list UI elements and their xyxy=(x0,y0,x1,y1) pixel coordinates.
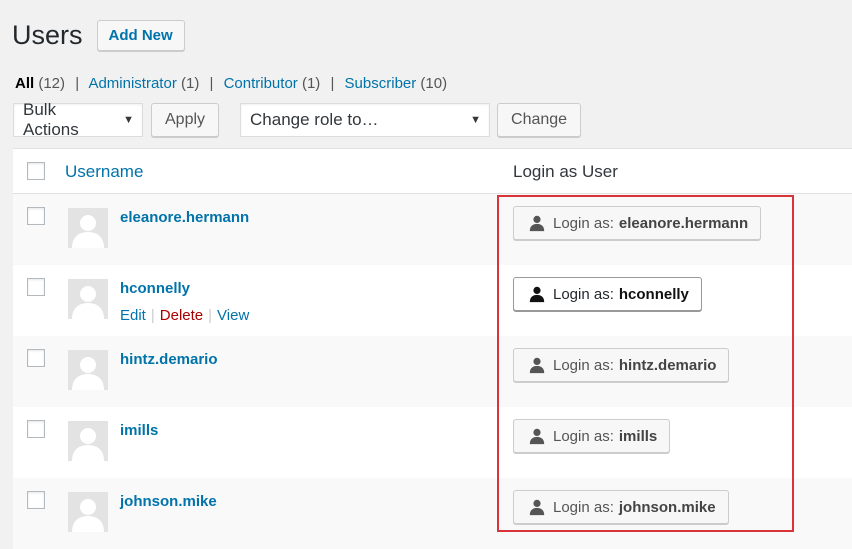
change-role-value: Change role to… xyxy=(250,110,379,129)
login-as-prefix: Login as: xyxy=(553,427,614,445)
login-as-username: hconnelly xyxy=(618,285,689,303)
row-checkbox[interactable] xyxy=(27,491,45,509)
column-login-as-user: Login as User xyxy=(513,162,618,181)
delete-link[interactable]: Delete xyxy=(160,307,203,324)
username-link[interactable]: hconnelly xyxy=(120,280,190,297)
login-as-username: hintz.demario xyxy=(618,356,717,374)
row-action-separator: | xyxy=(208,307,213,324)
table-row: hintz.demario Login as: hintz.demario xyxy=(13,336,852,407)
add-new-button[interactable]: Add New xyxy=(96,19,185,51)
filter-contributor[interactable]: Contributor xyxy=(224,75,298,92)
users-table: Username Login as User eleanore.hermann … xyxy=(13,148,852,549)
filter-administrator[interactable]: Administrator xyxy=(88,75,176,92)
row-checkbox[interactable] xyxy=(27,420,45,438)
column-username[interactable]: Username xyxy=(65,162,143,182)
user-icon xyxy=(529,357,545,374)
change-role-select[interactable]: Change role to… ▼ xyxy=(240,103,491,137)
page-title: Users xyxy=(12,20,83,50)
login-as-prefix: Login as: xyxy=(553,285,614,303)
default-avatar xyxy=(68,279,108,319)
chevron-down-icon: ▼ xyxy=(470,114,482,126)
login-as-prefix: Login as: xyxy=(553,356,614,374)
table-toolbar: Bulk Actions ▼ Apply Change role to… ▼ C… xyxy=(13,100,582,139)
username-link[interactable]: imills xyxy=(120,422,158,439)
apply-button[interactable]: Apply xyxy=(151,103,220,137)
login-as-username: eleanore.hermann xyxy=(618,214,749,232)
user-icon xyxy=(529,286,545,303)
login-as-button[interactable]: Login as: johnson.mike xyxy=(513,490,729,524)
default-avatar xyxy=(68,492,108,532)
login-as-prefix: Login as: xyxy=(553,214,614,232)
filter-subscriber-count: (10) xyxy=(420,75,448,92)
table-header: Username Login as User xyxy=(13,149,852,194)
table-row: johnson.mike Login as: johnson.mike xyxy=(13,478,852,549)
default-avatar xyxy=(68,421,108,461)
filter-separator: | xyxy=(209,75,214,92)
username-link[interactable]: johnson.mike xyxy=(120,493,217,510)
page-header: Users Add New xyxy=(12,16,185,54)
user-icon xyxy=(529,215,545,232)
username-link[interactable]: hintz.demario xyxy=(120,351,218,368)
edit-link[interactable]: Edit xyxy=(120,307,146,324)
user-icon xyxy=(529,499,545,516)
row-actions: Edit | Delete | View xyxy=(120,307,249,324)
table-row: hconnelly Edit | Delete | View Login as: hco… xyxy=(13,265,852,336)
row-action-separator: | xyxy=(150,307,155,324)
row-checkbox[interactable] xyxy=(27,278,45,296)
role-filters: All (12) | Administrator (1) | Contribut… xyxy=(15,75,447,92)
filter-administrator-count: (1) xyxy=(180,75,200,92)
table-row: imills Login as: imills xyxy=(13,407,852,478)
select-all-checkbox[interactable] xyxy=(27,162,45,180)
user-icon xyxy=(529,428,545,445)
table-row: eleanore.hermann Login as: eleanore.herm… xyxy=(13,194,852,265)
bulk-actions-value: Bulk Actions xyxy=(23,100,79,139)
view-link[interactable]: View xyxy=(217,307,249,324)
login-as-button[interactable]: Login as: hconnelly xyxy=(513,277,702,311)
filter-subscriber[interactable]: Subscriber xyxy=(345,75,417,92)
default-avatar xyxy=(68,208,108,248)
login-as-prefix: Login as: xyxy=(553,498,614,516)
login-as-username: imills xyxy=(618,427,658,445)
username-link[interactable]: eleanore.hermann xyxy=(120,209,249,226)
default-avatar xyxy=(68,350,108,390)
change-button[interactable]: Change xyxy=(497,103,582,137)
login-as-username: johnson.mike xyxy=(618,498,716,516)
filter-all-label[interactable]: All xyxy=(15,75,34,92)
filter-separator: | xyxy=(75,75,80,92)
row-checkbox[interactable] xyxy=(27,349,45,367)
row-checkbox[interactable] xyxy=(27,207,45,225)
filter-contributor-count: (1) xyxy=(301,75,321,92)
bulk-actions-select[interactable]: Bulk Actions ▼ xyxy=(13,100,143,139)
login-as-button[interactable]: Login as: eleanore.hermann xyxy=(513,206,762,240)
filter-all-count: (12) xyxy=(38,75,66,92)
login-as-button[interactable]: Login as: imills xyxy=(513,419,671,453)
filter-separator: | xyxy=(330,75,335,92)
login-as-button[interactable]: Login as: hintz.demario xyxy=(513,348,730,382)
chevron-down-icon: ▼ xyxy=(123,114,134,126)
